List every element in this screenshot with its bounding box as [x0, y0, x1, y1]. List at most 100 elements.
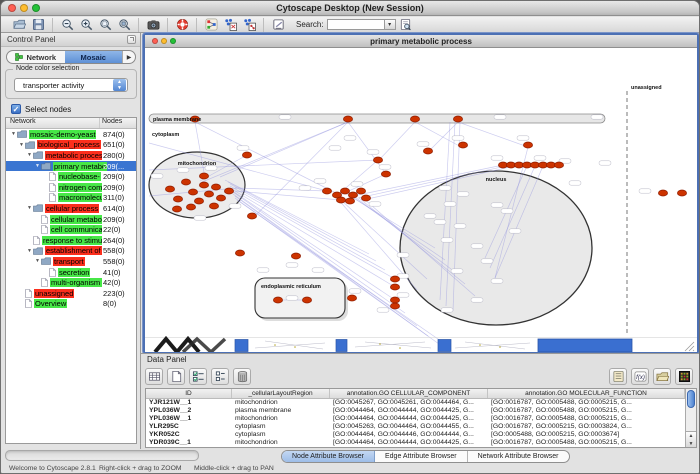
expander-icon[interactable]: ▼ [10, 131, 17, 137]
table-settings-icon[interactable] [145, 368, 163, 385]
tree-row-cellular-metabol[interactable]: cellular metabol209(0) [6, 214, 136, 225]
expander-icon[interactable]: ▼ [26, 152, 33, 158]
graph-node[interactable] [235, 250, 244, 256]
float-panel-icon[interactable] [127, 35, 136, 44]
graph-node[interactable] [302, 297, 311, 303]
advanced-search-icon[interactable] [399, 18, 413, 32]
unselect-attributes-icon[interactable] [211, 368, 229, 385]
delete-attribute-icon[interactable] [233, 368, 251, 385]
zoom-out-icon[interactable] [60, 18, 74, 32]
tab-network-attribute-browser[interactable]: Network Attribute Browser [468, 451, 569, 462]
function-builder-icon[interactable]: f(x) [631, 368, 649, 385]
tab-overflow-button[interactable]: ▶ [122, 51, 135, 63]
column-header-2[interactable]: annotation.GO CELLULAR_COMPONENT [330, 389, 488, 398]
select-attributes-icon[interactable] [189, 368, 207, 385]
table-scrollbar[interactable]: ▲▼ [685, 389, 696, 447]
graph-node[interactable] [410, 116, 419, 122]
graph-node[interactable] [390, 303, 399, 309]
search-combo[interactable]: ▾ [327, 19, 396, 30]
attribute-table-header[interactable]: ID_cellularLayoutRegionannotation.GO CEL… [146, 389, 685, 399]
attribute-table[interactable]: ID_cellularLayoutRegionannotation.GO CEL… [145, 388, 697, 448]
tree-row-cell-communicat[interactable]: cell communicat22(0) [6, 224, 136, 235]
graph-node[interactable] [242, 152, 251, 158]
graph-node[interactable] [453, 116, 462, 122]
graph-node[interactable] [181, 179, 190, 185]
select-nodes-checkbox[interactable]: ✓ [11, 104, 21, 114]
search-input[interactable] [327, 19, 385, 30]
graph-node[interactable] [361, 195, 370, 201]
tree-row-overview[interactable]: Overview8(0) [6, 299, 136, 310]
graph-node[interactable] [199, 182, 208, 188]
graph-node[interactable] [172, 206, 181, 212]
scrollbar-thumb[interactable] [687, 390, 695, 408]
vizmapper-icon[interactable] [204, 18, 218, 32]
graph-node[interactable] [348, 192, 357, 198]
graph-node[interactable] [423, 148, 432, 154]
destroy-network-view-icon[interactable] [242, 18, 256, 32]
graph-node[interactable] [658, 190, 667, 196]
create-attribute-icon[interactable] [167, 368, 185, 385]
graph-node[interactable] [291, 253, 300, 259]
table-row[interactable]: YPL036W__2plasma membrane[GO:0044464, GO… [146, 407, 685, 415]
table-row[interactable]: YDR039C__1mitochondrion[GO:0044464, GO:0… [146, 439, 685, 447]
network-view-window[interactable]: primary metabolic process plasma membran… [143, 33, 699, 354]
graph-node[interactable] [273, 297, 282, 303]
table-row[interactable]: YKR052Ccytoplasm[GO:0044464, GO:0044446,… [146, 431, 685, 439]
graph-node[interactable] [390, 284, 399, 290]
tree-row-nitrogen-compo[interactable]: nitrogen compo209(0) [6, 182, 136, 193]
attribute-matrix-icon[interactable] [675, 368, 693, 385]
zoom-in-icon[interactable] [79, 18, 93, 32]
graph-node[interactable] [209, 203, 218, 209]
tab-edge-attribute-browser[interactable]: Edge Attribute Browser [375, 451, 468, 462]
tree-row-primary-metabo[interactable]: ▼primary metabo209(... [6, 161, 136, 172]
node-color-dropdown[interactable]: transporter activity ▲▼ [14, 78, 128, 92]
graph-node[interactable] [347, 295, 356, 301]
tree-header-nodes[interactable]: Nodes [100, 118, 136, 128]
graph-node[interactable] [336, 197, 345, 203]
attribute-batch-editor-icon[interactable] [609, 368, 627, 385]
graph-node[interactable] [165, 186, 174, 192]
scrollbar-arrows[interactable]: ▲▼ [686, 431, 696, 447]
graph-node[interactable] [523, 142, 532, 148]
graph-node[interactable] [204, 191, 213, 197]
graph-node[interactable] [381, 171, 390, 177]
create-network-view-icon[interactable] [223, 18, 237, 32]
graph-node[interactable] [224, 188, 233, 194]
help-icon[interactable] [175, 18, 189, 32]
tree-header-network[interactable]: Network [6, 118, 100, 128]
graph-node[interactable] [677, 190, 686, 196]
tree-row-metabolic-process[interactable]: ▼metabolic process280(0) [6, 150, 136, 161]
graph-node[interactable] [390, 276, 399, 282]
import-attributes-icon[interactable] [653, 368, 671, 385]
column-header-0[interactable]: ID [146, 389, 232, 398]
expander-icon[interactable]: ▼ [26, 205, 33, 211]
tab-network[interactable]: Network [7, 51, 65, 63]
tree-row-nucleobase-[interactable]: nucleobase-209(0) [6, 171, 136, 182]
graph-node[interactable] [356, 188, 365, 194]
column-header-3[interactable]: annotation.GO MOLECULAR_FUNCTION [488, 389, 685, 398]
graph-node[interactable] [194, 198, 203, 204]
annotation-icon[interactable] [271, 18, 285, 32]
select-nodes-row[interactable]: ✓ Select nodes [11, 104, 71, 114]
expander-icon[interactable]: ▼ [26, 248, 33, 254]
table-row[interactable]: YLR295Ccytoplasm[GO:0045263, GO:0044464,… [146, 423, 685, 431]
tree-row-establishment-of-lo[interactable]: ▼establishment of lo558(0) [6, 246, 136, 257]
graph-node[interactable] [322, 188, 331, 194]
tree-row-cellular-process[interactable]: ▼cellular process614(0) [6, 203, 136, 214]
snapshot-icon[interactable] [146, 18, 160, 32]
tab-node-attribute-browser[interactable]: Node Attribute Browser [282, 451, 375, 462]
expander-icon[interactable]: ▼ [18, 142, 25, 148]
graph-node[interactable] [373, 157, 382, 163]
tree-row-multi-organism-pro[interactable]: multi-organism pro42(0) [6, 277, 136, 288]
tree-row-secretion[interactable]: secretion41(0) [6, 267, 136, 278]
search-dropdown-icon[interactable]: ▾ [385, 19, 396, 30]
graph-node[interactable] [173, 196, 182, 202]
graph-node[interactable] [458, 142, 467, 148]
table-row[interactable]: YPL036W__1mitochondrion[GO:0044464, GO:0… [146, 415, 685, 423]
window-titlebar[interactable]: Cytoscape Desktop (New Session) [1, 1, 699, 16]
expander-icon[interactable]: ▼ [34, 258, 41, 264]
graph-node[interactable] [390, 297, 399, 303]
graph-node[interactable] [186, 204, 195, 210]
zoom-selected-icon[interactable] [98, 18, 112, 32]
tree-row-response-to-stimulu[interactable]: response to stimulu264(0) [6, 235, 136, 246]
